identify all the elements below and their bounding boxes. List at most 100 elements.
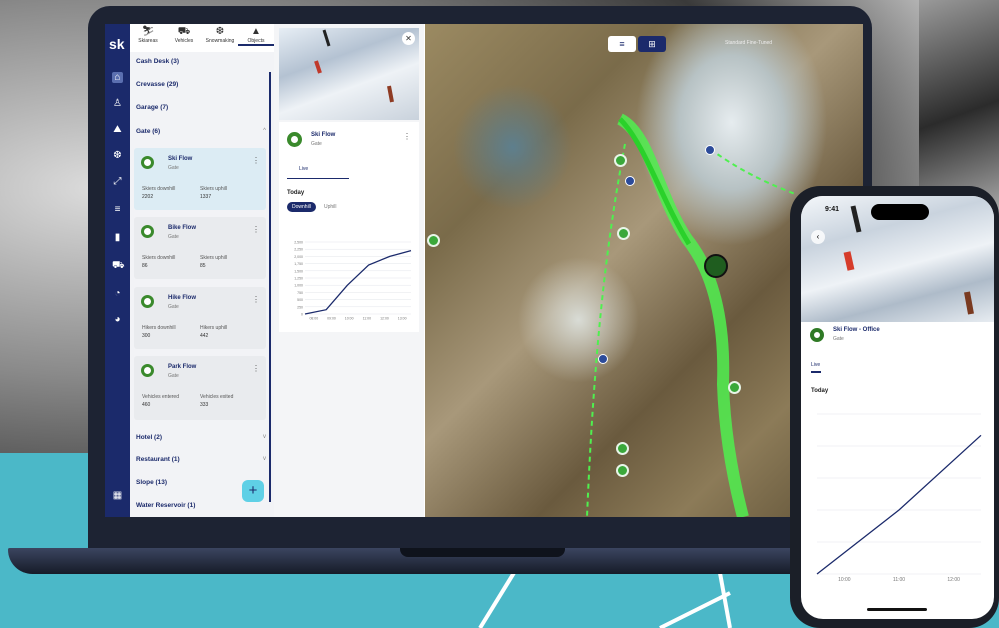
list-item[interactable]: Ski Flow Gate ⋮ Skiers downhill 2202 Ski… bbox=[134, 148, 266, 210]
tab-snowmaking[interactable]: ❆ Snowmaking bbox=[202, 26, 238, 44]
gate-status-icon bbox=[287, 132, 302, 147]
gate-status-icon bbox=[810, 328, 824, 342]
item-title: Hike Flow bbox=[168, 295, 197, 301]
layers-button[interactable]: ⊞ bbox=[638, 36, 666, 52]
more-icon[interactable]: ⋮ bbox=[252, 295, 260, 304]
x-tick-label: 11:00 bbox=[893, 577, 905, 583]
metric-value: 442 bbox=[200, 333, 209, 339]
document-icon[interactable]: ▮ bbox=[112, 232, 123, 243]
tab-label: Objects bbox=[247, 38, 265, 44]
item-title: Park Flow bbox=[168, 364, 197, 370]
close-button[interactable]: ✕ bbox=[402, 32, 415, 45]
tab-label: Skiareas bbox=[138, 38, 158, 44]
group-restaurant[interactable]: Restaurant (1) bbox=[136, 456, 180, 463]
downhill-toggle[interactable]: Downhill bbox=[287, 202, 316, 212]
tab-indicator bbox=[811, 371, 821, 373]
laptop-notch bbox=[400, 548, 565, 557]
metric-value: 333 bbox=[200, 402, 209, 408]
today-heading: Today bbox=[811, 388, 829, 394]
chevron-up-icon[interactable]: ^ bbox=[263, 128, 266, 134]
map-pin-icon[interactable] bbox=[616, 442, 629, 455]
tab-label: Vehicles bbox=[174, 38, 194, 44]
gate-status-icon bbox=[141, 295, 154, 308]
map-pin-icon[interactable] bbox=[616, 464, 629, 477]
app-logo[interactable]: sk bbox=[109, 36, 125, 52]
series-line bbox=[304, 249, 412, 315]
y-tick-label: 250 bbox=[297, 305, 303, 309]
map-pin-icon[interactable] bbox=[614, 154, 627, 167]
group-slope[interactable]: Slope (13) bbox=[136, 479, 167, 486]
gate-status-icon bbox=[141, 225, 154, 238]
tab-live[interactable]: Live bbox=[811, 362, 820, 368]
tab-indicator bbox=[287, 178, 349, 179]
list-item[interactable]: Hike Flow Gate ⋮ Hikers downhill 300 Hik… bbox=[134, 287, 266, 349]
y-tick-label: 2,000 bbox=[294, 255, 303, 259]
uphill-toggle[interactable]: Uphill bbox=[324, 204, 337, 210]
back-button[interactable]: ‹ bbox=[811, 230, 825, 244]
y-tick-label: 0 bbox=[301, 313, 303, 317]
chart-icon[interactable]: ◔ bbox=[112, 288, 123, 299]
more-icon[interactable]: ⋮ bbox=[252, 225, 260, 234]
tab-vehicles[interactable]: ⛟ Vehicles bbox=[166, 26, 202, 44]
snowcat-icon: ⛟ bbox=[177, 26, 191, 37]
skier-icon: ⛷ bbox=[141, 26, 155, 37]
home-icon[interactable]: ⌂ bbox=[112, 72, 123, 83]
x-tick-label: 12:00 bbox=[947, 577, 960, 583]
group-gate[interactable]: Gate (6) bbox=[136, 128, 160, 135]
tab-live[interactable]: Live bbox=[299, 166, 308, 172]
y-tick-label: 750 bbox=[297, 291, 303, 295]
detail-panel: ✕ Ski Flow Gate ⋮ Live Today Downhill Up… bbox=[274, 24, 424, 517]
category-tabs: ⛷ Skiareas ⛟ Vehicles ❆ Snowmaking ▲ Objects bbox=[130, 24, 274, 52]
metric-label: Skiers downhill bbox=[142, 186, 176, 192]
more-icon[interactable]: ⋮ bbox=[252, 364, 260, 373]
map-pin-icon[interactable] bbox=[617, 227, 630, 240]
metric-label: Hikers uphill bbox=[200, 325, 228, 331]
grid-icon[interactable]: ▦ bbox=[112, 490, 123, 501]
group-hotel[interactable]: Hotel (2) bbox=[136, 434, 162, 441]
phone-subtitle: Gate bbox=[833, 336, 844, 342]
scrollbar[interactable] bbox=[269, 72, 271, 502]
group-water-reservoir[interactable]: Water Reservoir (1) bbox=[136, 502, 195, 509]
cart-icon[interactable]: ⛟ bbox=[112, 260, 125, 271]
metric-label: Vehicles exited bbox=[200, 394, 234, 400]
tab-objects[interactable]: ▲ Objects bbox=[238, 26, 274, 46]
y-tick-label: 2,250 bbox=[294, 248, 303, 252]
nav-rail: sk ⌂ ♙ ⛰ ❆ ⤢ ≡ ▮ ⛟ ◔ ◕ ▦ bbox=[105, 24, 130, 517]
person-icon[interactable]: ♙ bbox=[112, 98, 123, 109]
map-marker-icon[interactable] bbox=[598, 354, 608, 364]
group-cash-desk[interactable]: Cash Desk (3) bbox=[136, 58, 179, 65]
lift-icon[interactable]: ⛰ bbox=[112, 124, 123, 135]
more-icon[interactable]: ⋮ bbox=[252, 156, 260, 165]
more-icon[interactable]: ⋮ bbox=[403, 132, 411, 141]
phone-screen: 9:41 ‹ Ski Flow - Office Gate Live Today… bbox=[801, 196, 994, 619]
laptop-screen: sk ⌂ ♙ ⛰ ❆ ⤢ ≡ ▮ ⛟ ◔ ◕ ▦ ⛷ Skiareas ⛟ Vehi… bbox=[105, 24, 863, 517]
group-crevasse[interactable]: Crevasse (29) bbox=[136, 81, 178, 88]
metric-value: 2202 bbox=[142, 194, 154, 200]
map-pin-icon[interactable] bbox=[427, 234, 440, 247]
list-item[interactable]: Bike Flow Gate ⋮ Skiers downhill 86 Skie… bbox=[134, 217, 266, 279]
item-subtitle: Gate bbox=[168, 304, 179, 310]
map-pin-icon[interactable] bbox=[728, 381, 741, 394]
list-view-button[interactable]: ≡ bbox=[608, 36, 636, 52]
metric-value: 300 bbox=[142, 333, 151, 339]
list-icon[interactable]: ≡ bbox=[112, 204, 123, 215]
metric-label: Skiers uphill bbox=[200, 186, 227, 192]
cannon-icon[interactable]: ❆ bbox=[112, 150, 123, 161]
map-marker-icon[interactable] bbox=[625, 176, 635, 186]
list-item[interactable]: Park Flow Gate ⋮ Vehicles entered 460 Ve… bbox=[134, 356, 266, 420]
chevron-down-icon[interactable]: v bbox=[263, 434, 266, 440]
status-time: 9:41 bbox=[825, 206, 840, 213]
gate-status-icon bbox=[141, 364, 154, 377]
add-object-button[interactable]: + bbox=[242, 480, 264, 502]
tab-skiareas[interactable]: ⛷ Skiareas bbox=[130, 26, 166, 44]
chevron-down-icon[interactable]: v bbox=[263, 456, 266, 462]
trail-icon[interactable]: ⤢ bbox=[112, 176, 123, 187]
detail-subtitle: Gate bbox=[311, 141, 322, 147]
group-garage[interactable]: Garage (7) bbox=[136, 104, 168, 111]
today-heading: Today bbox=[287, 190, 305, 196]
map-style-options[interactable]: Standard Fine-Tuned bbox=[725, 40, 772, 46]
weather-icon[interactable]: ◕ bbox=[112, 314, 123, 325]
map-marker-icon[interactable] bbox=[705, 145, 715, 155]
flow-chart: 10:00 11:00 12:00 bbox=[816, 413, 982, 583]
mountain-icon: ▲ bbox=[251, 26, 261, 37]
